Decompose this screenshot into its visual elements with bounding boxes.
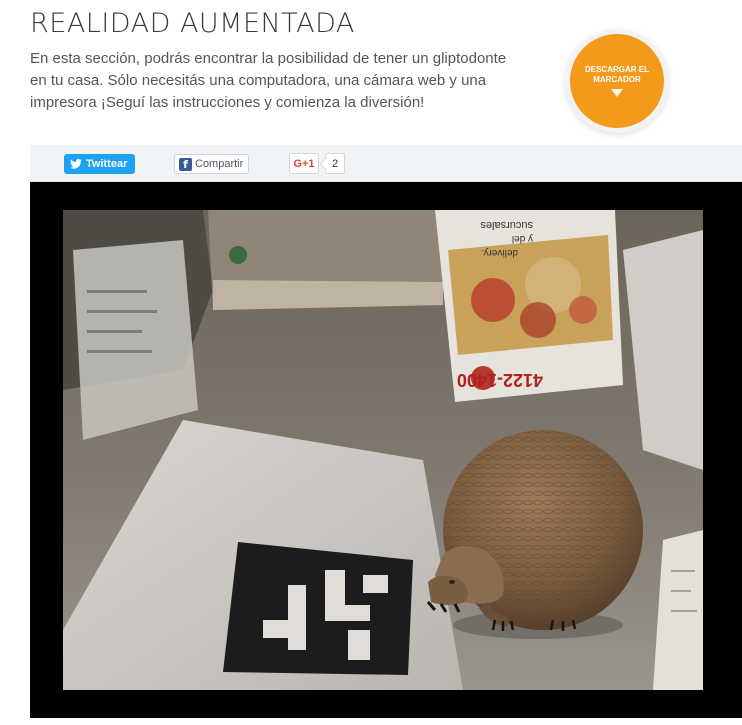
facebook-share-button[interactable]: f Compartir [174,154,250,174]
twitter-share-button[interactable]: Twittear [64,154,136,174]
download-marker-label: DESCARGAR EL MARCADOR [584,65,649,84]
twitter-share-label: Twittear [86,158,128,170]
arrow-down-icon [611,89,623,97]
facebook-icon: f [179,157,192,171]
flyer-phone: 4122-1400 [457,370,543,390]
google-plus-count: 2 [325,153,345,174]
share-bar: Twittear f Compartir G+1 2 [30,145,742,182]
flyer-text-2: y del [512,233,533,244]
flyer-text-1: sucursales [480,219,533,231]
ar-viewer: sucursales y del delivery. 4122-1400 [30,182,742,718]
webcam-scene: sucursales y del delivery. 4122-1400 [63,210,703,690]
twitter-bird-icon [70,159,82,169]
page-title: REALIDAD AUMENTADA [30,8,355,39]
webcam-feed: sucursales y del delivery. 4122-1400 [63,210,703,690]
download-marker-button[interactable]: DESCARGAR EL MARCADOR [570,34,664,128]
ar-marker [223,542,413,675]
intro-text: En esta sección, podrás encontrar la pos… [30,50,507,111]
facebook-share-label: Compartir [195,158,244,170]
pizza-flyer: sucursales y del delivery. 4122-1400 [435,210,623,402]
flyer-text-3: delivery. [482,247,519,258]
google-plus-button[interactable]: G+1 [289,153,319,174]
